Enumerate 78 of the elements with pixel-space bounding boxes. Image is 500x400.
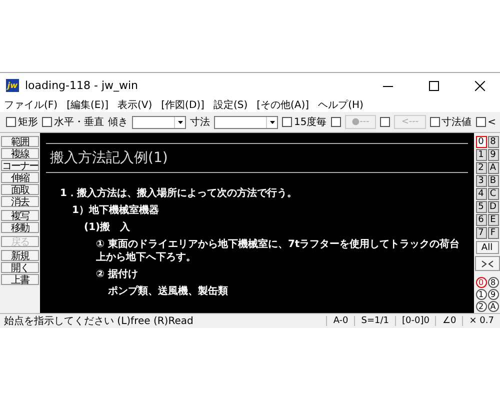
checkbox[interactable] <box>330 117 341 127</box>
layer-button[interactable]: D <box>488 201 498 213</box>
menu-item[interactable]: ファイル(F) <box>4 98 58 112</box>
layer-group-button[interactable]: A <box>488 301 498 312</box>
dropdown[interactable] <box>214 116 278 128</box>
status-field: [0-0]0 <box>395 316 436 326</box>
layer-button[interactable]: E <box>488 214 498 226</box>
layer-button[interactable]: 9 <box>488 149 498 161</box>
inward-arrows-icon <box>480 260 494 268</box>
layer-group-button[interactable]: 2 <box>476 301 486 312</box>
tool-button[interactable]: 開く <box>1 262 39 273</box>
layer-button[interactable]: 4 <box>476 188 486 200</box>
layer-group-button[interactable]: 1 <box>476 289 486 300</box>
all-layers-button[interactable]: All <box>476 241 498 254</box>
menu-item[interactable]: [編集(E)] <box>66 98 108 112</box>
field-label: 傾き <box>108 116 128 129</box>
layer-group-button[interactable]: 0 <box>476 277 486 288</box>
tool-button[interactable]: コーナー <box>1 160 39 171</box>
layer-button[interactable]: 3 <box>476 175 486 187</box>
tool-button[interactable]: 上書 <box>1 274 39 285</box>
menu-item[interactable]: [その他(A)] <box>256 98 310 112</box>
menu-item[interactable]: 設定(S) <box>213 98 248 112</box>
collapse-button[interactable] <box>474 256 500 271</box>
field-label: 寸法 <box>190 116 210 129</box>
layer-button[interactable]: 0 <box>476 136 486 148</box>
layer-button[interactable]: 6 <box>476 214 486 226</box>
menu-item[interactable]: [作図(D)] <box>161 98 204 112</box>
dropdown[interactable] <box>132 116 186 128</box>
drawing-text: ② 据付け <box>96 268 139 281</box>
status-field: ∠0 <box>435 316 462 326</box>
tool-button[interactable]: 消去 <box>1 196 39 207</box>
layer-button[interactable]: C <box>488 188 498 200</box>
status-field: A-0 <box>326 316 354 326</box>
layer-button[interactable]: F <box>488 227 498 239</box>
status-field: × 0.7 <box>462 316 500 326</box>
layer-button[interactable]: A <box>488 162 498 174</box>
checkbox[interactable] <box>282 117 292 127</box>
menu-item[interactable]: ヘルプ(H) <box>318 98 364 112</box>
menu-item[interactable]: 表示(V) <box>118 98 152 112</box>
drawing-text: (1)搬 入 <box>84 221 132 234</box>
tool-button[interactable]: 新規 <box>1 250 39 261</box>
checkbox[interactable] <box>6 117 16 127</box>
layer-button[interactable]: 5 <box>476 201 486 213</box>
checkbox[interactable] <box>476 117 486 127</box>
layer-button[interactable]: 8 <box>488 136 498 148</box>
tool-button[interactable]: 複写 <box>1 210 39 221</box>
drawing-text: 1．搬入方法は、搬入場所によって次の方法で行う。 <box>60 187 298 200</box>
drawing-text: 1）地下機械室機器 <box>72 204 160 217</box>
layer-button[interactable]: 2 <box>476 162 486 174</box>
layer-button[interactable]: 7 <box>476 227 486 239</box>
checkbox-label: 寸法値 <box>442 116 472 129</box>
checkbox-label: 15度毎 <box>294 116 327 129</box>
drawing-text: ① 東面のドライエリアから地下機械室に、7tラフターを使用してトラックの荷台上から地下へ下ろす。 <box>96 238 461 264</box>
tool-button[interactable]: 複線 <box>1 148 39 159</box>
checkbox-label: 矩形 <box>18 116 38 129</box>
checkbox-label: < <box>488 116 496 128</box>
tool-button[interactable]: 範囲 <box>1 136 39 147</box>
layer-button[interactable]: 1 <box>476 149 486 161</box>
close-icon <box>475 80 485 90</box>
drawing-title: 搬入方法記入例(1) <box>46 143 468 173</box>
tool-button[interactable]: 移動 <box>1 222 39 233</box>
checkbox[interactable] <box>380 117 390 127</box>
maximize-icon <box>429 80 439 90</box>
layer-group-button[interactable]: 8 <box>488 277 498 288</box>
status-field: S=1/1 <box>354 316 396 326</box>
status-message: 始点を指示してください (L)free (R)Read <box>3 314 194 328</box>
tool-button[interactable]: 伸縮 <box>1 172 39 183</box>
checkbox-label: 水平・垂直 <box>54 116 104 129</box>
checkbox[interactable] <box>430 117 440 127</box>
checkbox[interactable] <box>42 117 52 127</box>
window-title: loading-118 - jw_win <box>25 79 140 92</box>
app-icon: jw <box>6 79 19 92</box>
layer-group-button[interactable]: 9 <box>488 289 498 300</box>
tool-button[interactable]: 面取 <box>1 184 39 195</box>
drawing-text: ポンプ類、送風機、製缶類 <box>108 285 229 298</box>
layer-button[interactable]: B <box>488 175 498 187</box>
dropdown-arrow-icon <box>270 120 274 124</box>
dropdown-arrow-icon <box>178 120 182 124</box>
